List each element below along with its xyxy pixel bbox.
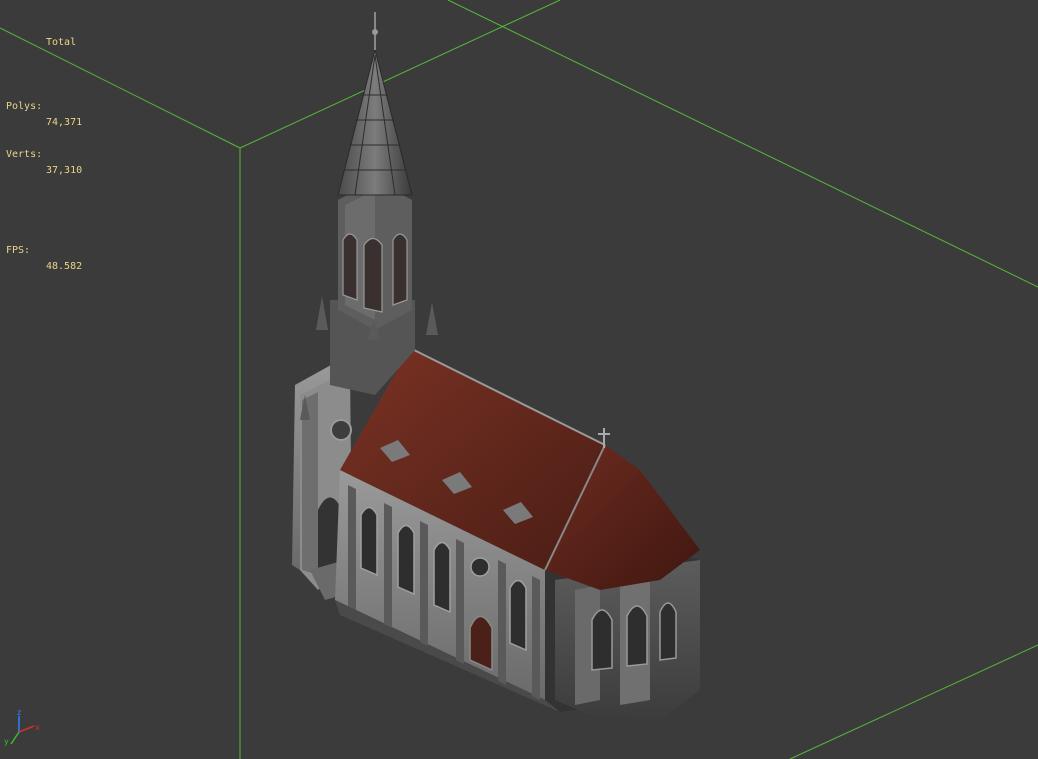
- verts-value: 37,310: [46, 165, 83, 176]
- scene-canvas[interactable]: z x y: [0, 0, 1038, 759]
- polys-label: Polys:: [6, 101, 43, 112]
- axis-x-label: x: [35, 723, 40, 732]
- axis-z-label: z: [17, 708, 21, 717]
- verts-label: Verts:: [6, 149, 43, 160]
- axis-y-line: [10, 731, 20, 745]
- box-edge-top-right: [447, 0, 1038, 288]
- axis-y-label: y: [4, 737, 9, 746]
- box-edge-bottom-right: [789, 644, 1038, 759]
- stats-header: Total: [46, 37, 77, 48]
- apse-windows: [591, 602, 677, 671]
- church-model: [292, 12, 700, 720]
- viewport-statistics: Total Polys: 74,371 Verts: 37,310 FPS: 4…: [6, 3, 82, 275]
- side-door: [469, 615, 493, 672]
- polys-value: 74,371: [46, 117, 83, 128]
- axis-gizmo: z x y: [4, 708, 40, 746]
- fps-value: 48.582: [46, 261, 83, 272]
- axis-x-line: [18, 725, 35, 733]
- box-edge-top-left: [239, 0, 561, 149]
- fps-label: FPS:: [6, 245, 31, 256]
- 3d-viewport[interactable]: z x y Total Polys: 74,371 Verts: 37,310 …: [0, 0, 1038, 759]
- spire: [337, 49, 413, 196]
- rose-window: [330, 419, 352, 441]
